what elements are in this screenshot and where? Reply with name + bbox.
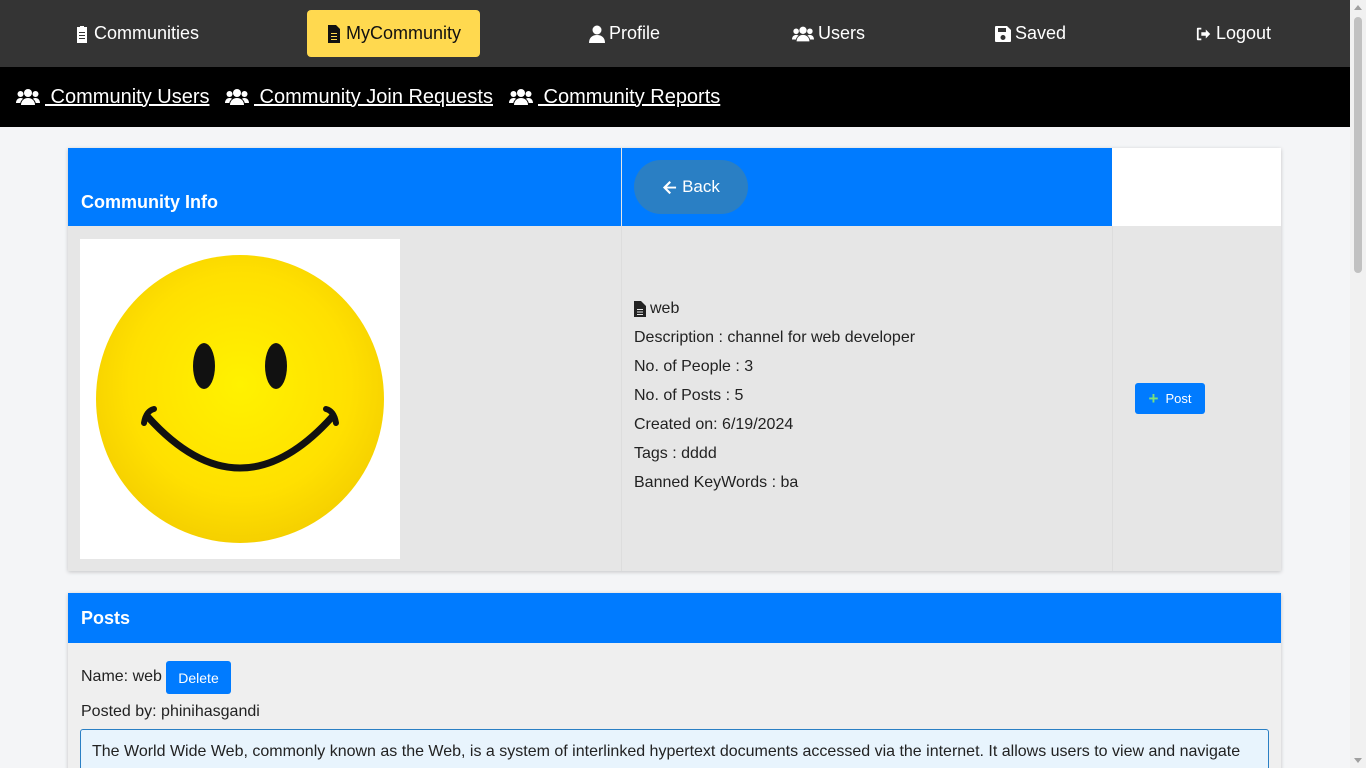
clipboard-icon (77, 25, 87, 43)
post-author: Posted by: phinihasgandi (81, 703, 260, 720)
community-name-line: web (634, 298, 1104, 327)
post-content: The World Wide Web, commonly known as th… (80, 729, 1269, 768)
nav-profile-label: Profile (609, 23, 661, 43)
delete-post-button[interactable]: Delete (166, 661, 231, 694)
community-posts-count: No. of Posts : 5 (634, 387, 744, 404)
back-button[interactable]: Back (634, 160, 748, 214)
nav-saved-label: Saved (1015, 23, 1067, 43)
plus-icon: + (1148, 389, 1159, 408)
nav-communities[interactable]: Communities (62, 10, 211, 57)
scroll-down-icon[interactable] (1354, 758, 1362, 763)
community-name: web (650, 300, 680, 317)
save-icon (995, 25, 1011, 42)
community-tags: Tags : dddd (634, 445, 717, 462)
new-post-button-label: Post (1165, 391, 1192, 406)
logout-icon (1196, 27, 1211, 40)
back-button-label: Back (682, 177, 720, 196)
community-info-header-actions: Back (622, 148, 1112, 226)
community-info-card: Community Info Back web Description: ch… (68, 148, 1281, 571)
nav-users-label: Users (818, 23, 866, 43)
users-icon (792, 26, 814, 41)
nav-logout-label: Logout (1216, 23, 1272, 43)
posts-title: Posts (81, 608, 131, 628)
community-info-header-blank (1112, 148, 1281, 226)
arrow-left-icon (663, 180, 677, 194)
community-info-title: Community Info (81, 192, 218, 212)
smiley-face-icon (96, 255, 384, 543)
post-name: Name: web (81, 668, 162, 685)
posts-header: Posts (68, 593, 1281, 643)
top-navbar: Communities MyCommunity Profile Users Sa… (0, 0, 1350, 67)
subnav-community-users[interactable]: Community Users (15, 85, 209, 109)
scrollbar-thumb[interactable] (1354, 17, 1362, 273)
file-icon (327, 24, 340, 43)
community-image (80, 239, 400, 559)
community-people-count: No. of People : 3 (634, 358, 754, 375)
community-banned-keywords: Banned KeyWords : ba (634, 474, 799, 491)
user-icon (589, 25, 605, 43)
nav-profile[interactable]: Profile (577, 10, 672, 57)
community-info-header: Community Info (68, 148, 621, 226)
users-icon (16, 89, 40, 105)
column-divider (1112, 226, 1113, 571)
file-icon (634, 301, 646, 317)
users-icon (509, 89, 533, 105)
nav-communities-label: Communities (94, 23, 200, 43)
page-scrollbar[interactable] (1350, 0, 1366, 768)
community-description: Description : channel for web developer (634, 329, 916, 346)
nav-mycommunity-label: MyCommunity (345, 23, 461, 43)
posts-card: Posts Name: web Delete Posted by: phinih… (68, 593, 1281, 768)
new-post-button[interactable]: + Post (1135, 383, 1205, 414)
subnav-join-requests-label: Community Join Requests (254, 85, 493, 108)
subnav-community-reports-label: Community Reports (538, 85, 721, 108)
subnav-community-users-label: Community Users (45, 85, 210, 108)
community-subnav: Community Users Community Join Requests … (0, 67, 1350, 127)
subnav-community-reports[interactable]: Community Reports (508, 85, 720, 109)
scroll-up-icon[interactable] (1354, 5, 1362, 10)
users-icon (225, 89, 249, 105)
subnav-join-requests[interactable]: Community Join Requests (224, 85, 493, 109)
community-created-date: Created on: 6/19/2024 (634, 416, 794, 433)
nav-mycommunity[interactable]: MyCommunity (307, 10, 480, 57)
community-details: web Description : channel for web develo… (634, 298, 1104, 501)
nav-logout[interactable]: Logout (1184, 10, 1283, 57)
column-divider (621, 226, 622, 571)
nav-saved[interactable]: Saved (983, 10, 1078, 57)
nav-users[interactable]: Users (780, 10, 877, 57)
